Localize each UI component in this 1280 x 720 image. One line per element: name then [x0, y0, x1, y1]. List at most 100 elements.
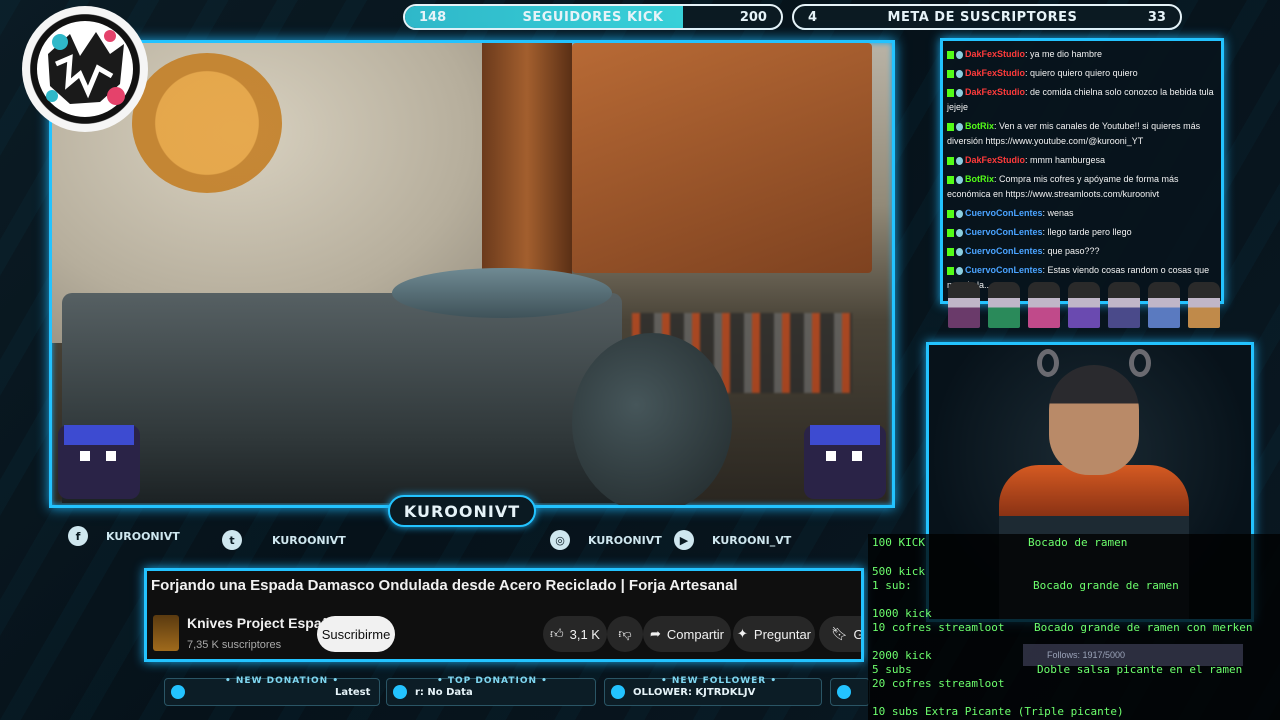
- youtube-save-label: Gu: [853, 626, 864, 642]
- pixel-sprite: [948, 282, 980, 328]
- reward-right: Bocado grande de ramen: [1033, 579, 1179, 592]
- creature-hair: [810, 425, 880, 445]
- ticker-top-donation-label: • TOP DONATION •: [437, 676, 548, 686]
- vtuber-horn: [1129, 349, 1151, 377]
- kick-goal-title: SEGUIDORES KICK: [522, 9, 664, 25]
- share-icon: ➦: [650, 626, 661, 641]
- chat-username[interactable]: DakFexStudio: [965, 155, 1025, 165]
- pixel-sprite: [1108, 282, 1140, 328]
- reward-left: 20 cofres streamloot: [872, 677, 1005, 690]
- chat-username[interactable]: DakFexStudio: [965, 87, 1025, 97]
- pixel-sprites-row: [948, 282, 1228, 330]
- youtube-subscribe-button[interactable]: Suscribirme: [317, 616, 395, 652]
- ticker-new-donation-value: Latest: [335, 686, 371, 698]
- chat-username[interactable]: BotRix: [965, 121, 994, 131]
- video-wood-panel: [572, 43, 872, 273]
- chat-text: : quiero quiero quiero quiero: [1025, 68, 1138, 78]
- chat-text: : mmm hamburgesa: [1025, 155, 1106, 165]
- kick-followers-goal-bar: 148 SEGUIDORES KICK 200: [403, 4, 783, 30]
- youtube-dislike-button[interactable]: 👎︎: [607, 616, 643, 652]
- pixel-creature-left: [58, 425, 140, 499]
- chat-username[interactable]: BotRix: [965, 174, 994, 184]
- social-youtube[interactable]: ▶ KUROONI_VT: [674, 530, 791, 550]
- video-vise-top: [392, 268, 612, 318]
- chat-username[interactable]: CuervoConLentes: [965, 246, 1043, 256]
- youtube-save-button[interactable]: 🔖︎ Gu: [819, 616, 864, 652]
- follower-icon: [611, 685, 625, 699]
- ticker-extra: [830, 678, 870, 706]
- youtube-share-label: Compartir: [666, 626, 724, 642]
- kick-badge-icon: [947, 156, 954, 165]
- reward-left: 1 sub:: [872, 579, 912, 592]
- youtube-ask-button[interactable]: ✦ Preguntar: [733, 616, 815, 652]
- chat-panel: DakFexStudio: ya me dio hambre DakFexStu…: [940, 38, 1224, 304]
- thumbs-down-icon: 👎︎: [618, 626, 632, 641]
- social-twitter[interactable]: t KUROONIVT: [222, 530, 346, 550]
- donation-icon: [171, 685, 185, 699]
- youtube-video-info-panel: Forjando una Espada Damasco Ondulada des…: [144, 568, 864, 662]
- subs-goal-title: META DE SUSCRIPTORES: [887, 9, 1078, 25]
- vtuber-head: [1049, 365, 1139, 475]
- social-facebook[interactable]: f KUROONIVT: [68, 526, 180, 546]
- subs-goal-fill: [794, 6, 840, 28]
- reward-left: 10 cofres streamloot: [872, 621, 1005, 634]
- chat-message: DakFexStudio: de comida chielna solo con…: [947, 85, 1217, 115]
- creature-eye: [106, 451, 116, 461]
- vtuber-horn: [1037, 349, 1059, 377]
- bot-badge-icon: [956, 175, 963, 184]
- twitter-icon: t: [222, 530, 242, 550]
- subs-goal-target: 33: [1147, 9, 1166, 25]
- reward-right: Bocado grande de ramen con merken: [1034, 621, 1253, 634]
- user-badge-icon: [956, 209, 963, 218]
- ticker-top-donation: • TOP DONATION • r: No Data: [386, 676, 596, 706]
- kurooni-logo: [22, 6, 148, 132]
- creature-hair: [64, 425, 134, 445]
- youtube-like-button[interactable]: 👍︎ 3,1 K: [543, 616, 607, 652]
- streamer-name-tag: KUROONIVT: [388, 495, 536, 527]
- youtube-like-count: 3,1 K: [569, 626, 600, 642]
- facebook-icon: f: [68, 526, 88, 546]
- chat-username[interactable]: DakFexStudio: [965, 49, 1025, 59]
- reward-right: Bocado de ramen: [1028, 536, 1128, 549]
- chat-text: : que paso???: [1042, 246, 1100, 256]
- kick-badge-icon: [947, 50, 954, 59]
- kick-badge-icon: [947, 209, 954, 218]
- youtube-icon: ▶: [674, 530, 694, 550]
- social-instagram-label: KUROONIVT: [588, 533, 662, 547]
- chat-message: DakFexStudio: quiero quiero quiero quier…: [947, 66, 1217, 81]
- youtube-channel-avatar[interactable]: [153, 615, 179, 651]
- chat-text: : wenas: [1042, 208, 1074, 218]
- youtube-video-title[interactable]: Forjando una Espada Damasco Ondulada des…: [151, 577, 738, 594]
- pixel-sprite: [988, 282, 1020, 328]
- reward-left: 10 subs Extra Picante (Triple picante): [872, 705, 1124, 718]
- chat-username[interactable]: CuervoConLentes: [965, 208, 1043, 218]
- chat-username[interactable]: CuervoConLentes: [965, 227, 1043, 237]
- ticker-new-follower-value: OLLOWER: KJTRDKLJV: [633, 686, 756, 698]
- subscribers-goal-bar: 4 META DE SUSCRIPTORES 33: [792, 4, 1182, 30]
- reward-left: 500 kick: [872, 565, 925, 578]
- chat-message: CuervoConLentes: que paso???: [947, 244, 1217, 259]
- chat-username[interactable]: CuervoConLentes: [965, 265, 1043, 275]
- pixel-sprite: [1148, 282, 1180, 328]
- user-badge-icon: [956, 228, 963, 237]
- user-badge-icon: [956, 156, 963, 165]
- creature-eye: [80, 451, 90, 461]
- user-badge-icon: [956, 247, 963, 256]
- social-facebook-label: KUROONIVT: [106, 529, 180, 543]
- ticker-new-follower: • NEW FOLLOWER • OLLOWER: KJTRDKLJV: [604, 676, 822, 706]
- chat-username[interactable]: DakFexStudio: [965, 68, 1025, 78]
- video-sun-decoration: [132, 53, 282, 193]
- crown-icon: [837, 685, 851, 699]
- youtube-share-button[interactable]: ➦ Compartir: [643, 616, 731, 652]
- social-instagram[interactable]: ◎ KUROONIVT: [550, 530, 662, 550]
- user-badge-icon: [956, 88, 963, 97]
- youtube-subscriber-count: 7,35 K suscriptores: [187, 639, 282, 651]
- kick-badge-icon: [947, 175, 954, 184]
- youtube-ask-label: Preguntar: [753, 626, 811, 642]
- kick-badge-icon: [947, 88, 954, 97]
- kick-badge-icon: [947, 247, 954, 256]
- reward-left: 5 subs: [872, 663, 912, 676]
- reward-left: 1000 kick: [872, 607, 932, 620]
- ticker-top-donation-value: r: No Data: [415, 686, 473, 698]
- creature-eye: [852, 451, 862, 461]
